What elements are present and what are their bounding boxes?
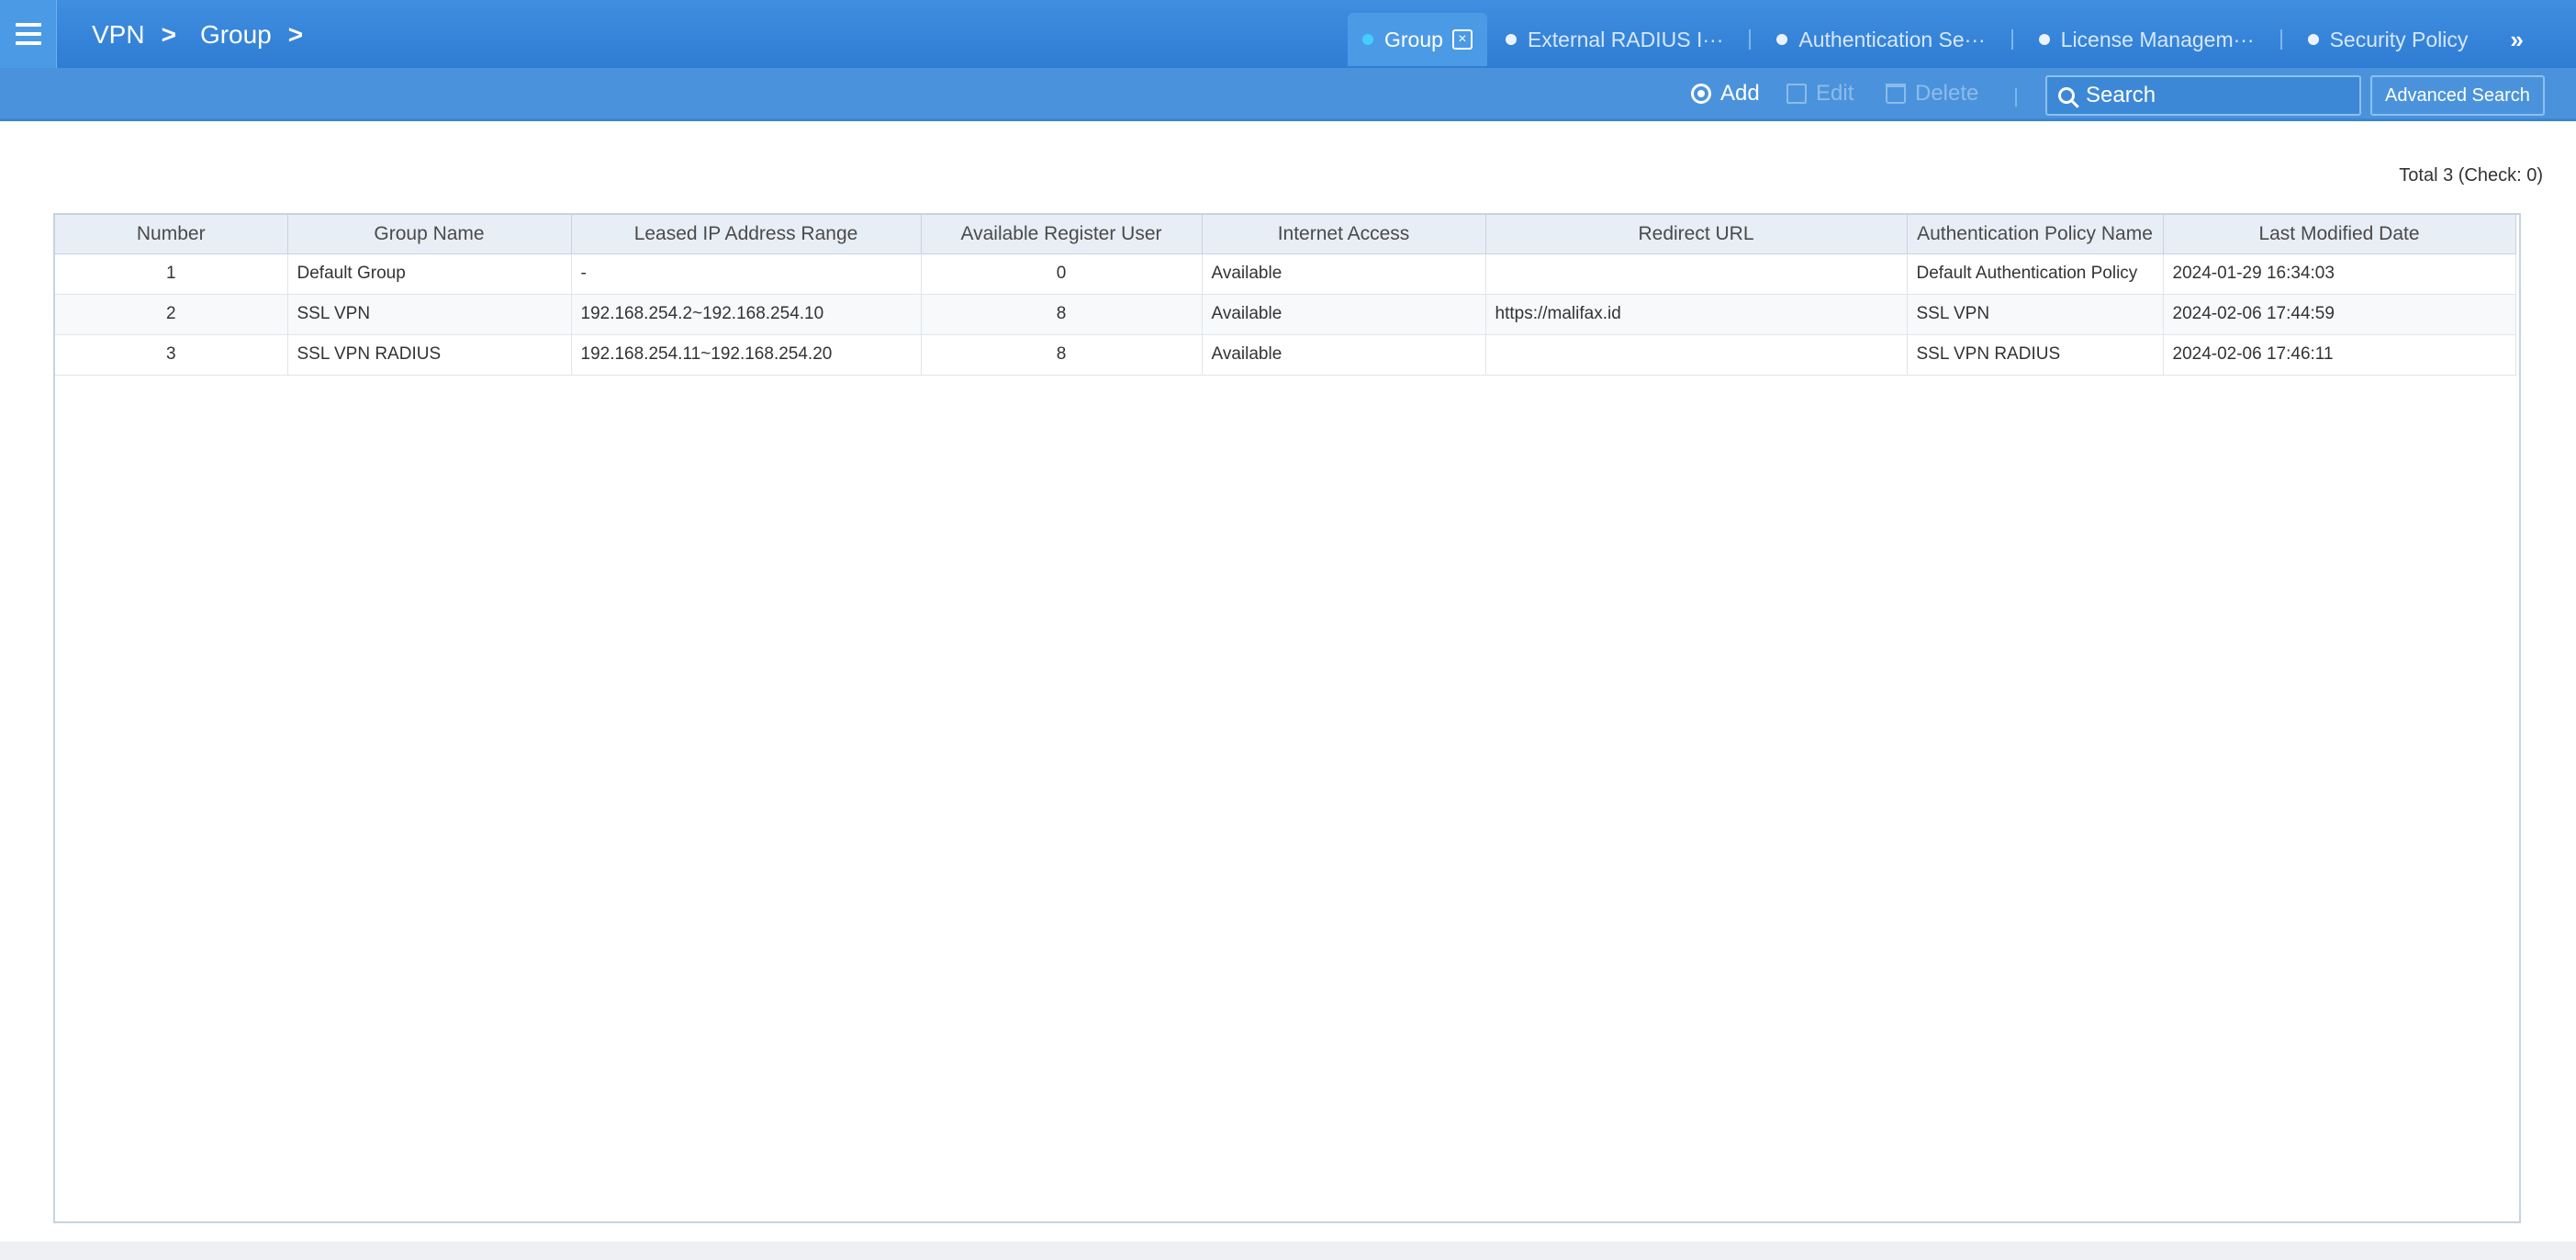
cell-redirect-url: https://malifax.id — [1485, 294, 1908, 335]
app-window: VPN > Group > Group × External RADIUS I·… — [0, 0, 2576, 1260]
cell-number: 1 — [55, 253, 288, 295]
add-circle-icon — [1691, 84, 1711, 104]
tab-status-dot-icon — [1362, 34, 1373, 45]
cell-redirect-url — [1485, 334, 1908, 376]
tab-authentication[interactable]: Authentication Se··· — [1758, 13, 2003, 66]
table-row[interactable]: 3 SSL VPN RADIUS 192.168.254.11~192.168.… — [55, 334, 2516, 376]
hamburger-menu-icon[interactable] — [0, 0, 57, 68]
tab-label: Authentication Se··· — [1798, 27, 1986, 51]
add-button-label: Add — [1720, 81, 1760, 106]
cell-group-name: Default Group — [287, 253, 572, 295]
edit-icon — [1786, 84, 1807, 104]
breadcrumb-vpn[interactable]: VPN — [92, 20, 145, 50]
delete-button[interactable]: Delete — [1886, 81, 1978, 107]
cell-group-name: SSL VPN — [287, 294, 572, 335]
cell-authentication-policy-name: SSL VPN — [1907, 294, 2164, 335]
toolbar-divider — [2015, 88, 2017, 107]
edit-button-label: Edit — [1816, 81, 1854, 106]
tab-status-dot-icon — [2307, 34, 2319, 45]
cell-available-register-user: 8 — [921, 294, 1203, 335]
tab-status-dot-icon — [2038, 34, 2050, 45]
tab-label: Group — [1384, 27, 1443, 51]
cell-available-register-user: 8 — [921, 334, 1203, 376]
cell-authentication-policy-name: SSL VPN RADIUS — [1907, 334, 2164, 376]
tab-overflow-chevron-icon[interactable]: » — [2486, 13, 2547, 66]
cell-internet-access: Available — [1202, 253, 1486, 295]
cell-group-name: SSL VPN RADIUS — [287, 334, 572, 376]
column-header-authentication-policy-name[interactable]: Authentication Policy Name — [1907, 215, 2164, 254]
delete-button-label: Delete — [1915, 81, 1979, 106]
cell-internet-access: Available — [1202, 334, 1486, 376]
group-table-container: Number Group Name Leased IP Address Rang… — [53, 213, 2521, 1223]
table-header-row: Number Group Name Leased IP Address Rang… — [55, 215, 2516, 254]
cell-last-modified-date: 2024-02-06 17:46:11 — [2163, 334, 2516, 376]
cell-leased-ip-range: - — [571, 253, 922, 295]
group-table: Number Group Name Leased IP Address Rang… — [55, 215, 2516, 376]
cell-authentication-policy-name: Default Authentication Policy — [1907, 253, 2164, 295]
tab-license-management[interactable]: License Managem··· — [2021, 13, 2273, 66]
tab-label: External RADIUS I··· — [1527, 27, 1724, 51]
advanced-search-button[interactable]: Advanced Search — [2370, 75, 2545, 116]
cell-leased-ip-range: 192.168.254.11~192.168.254.20 — [571, 334, 922, 376]
tab-divider — [2010, 29, 2013, 50]
tab-label: Security Policy — [2329, 27, 2469, 51]
cell-number: 2 — [55, 294, 288, 335]
top-bar: VPN > Group > Group × External RADIUS I·… — [0, 0, 2576, 68]
tab-security-policy[interactable]: Security Policy — [2290, 13, 2487, 66]
column-header-leased-ip-range[interactable]: Leased IP Address Range — [571, 215, 922, 254]
column-header-group-name[interactable]: Group Name — [287, 215, 572, 254]
cell-available-register-user: 0 — [921, 253, 1203, 295]
cell-number: 3 — [55, 334, 288, 376]
table-row[interactable]: 2 SSL VPN 192.168.254.2~192.168.254.10 8… — [55, 294, 2516, 335]
cell-redirect-url — [1485, 253, 1908, 295]
edit-button[interactable]: Edit — [1786, 81, 1854, 107]
tab-bar: Group × External RADIUS I··· Authenticat… — [1348, 13, 2548, 66]
column-header-internet-access[interactable]: Internet Access — [1202, 215, 1486, 254]
bottom-strip — [0, 1242, 2576, 1260]
column-header-redirect-url[interactable]: Redirect URL — [1485, 215, 1908, 254]
tab-group[interactable]: Group × — [1348, 13, 1487, 66]
total-count: Total 3 (Check: 0) — [2399, 165, 2543, 186]
tab-divider — [2279, 29, 2282, 50]
search-box[interactable] — [2045, 75, 2361, 116]
cell-last-modified-date: 2024-01-29 16:34:03 — [2163, 253, 2516, 295]
cell-leased-ip-range: 192.168.254.2~192.168.254.10 — [571, 294, 922, 335]
column-header-last-modified-date[interactable]: Last Modified Date — [2163, 215, 2516, 254]
search-icon — [2058, 87, 2075, 104]
tab-divider — [1749, 29, 1752, 50]
tab-status-dot-icon — [1776, 34, 1788, 45]
tab-external-radius[interactable]: External RADIUS I··· — [1487, 13, 1742, 66]
table-row[interactable]: 1 Default Group - 0 Available Default Au… — [55, 253, 2516, 295]
trash-icon — [1886, 84, 1906, 104]
tab-status-dot-icon — [1505, 34, 1517, 45]
column-header-number[interactable]: Number — [55, 215, 288, 254]
close-icon[interactable]: × — [1451, 29, 1473, 50]
cell-last-modified-date: 2024-02-06 17:44:59 — [2163, 294, 2516, 335]
breadcrumb-separator: > — [287, 20, 304, 49]
breadcrumb-separator: > — [161, 20, 176, 49]
cell-internet-access: Available — [1202, 294, 1486, 335]
add-button[interactable]: Add — [1691, 81, 1760, 107]
column-header-available-register-user[interactable]: Available Register User — [921, 215, 1203, 254]
search-input[interactable] — [2086, 83, 2352, 108]
tab-label: License Managem··· — [2060, 27, 2255, 51]
toolbar: Add Edit Delete Advanced Search — [0, 68, 2576, 121]
breadcrumb: VPN > Group > — [92, 20, 303, 50]
main-content: Total 3 (Check: 0) Number Group Name Lea… — [0, 121, 2576, 1260]
breadcrumb-group[interactable]: Group — [200, 20, 272, 50]
